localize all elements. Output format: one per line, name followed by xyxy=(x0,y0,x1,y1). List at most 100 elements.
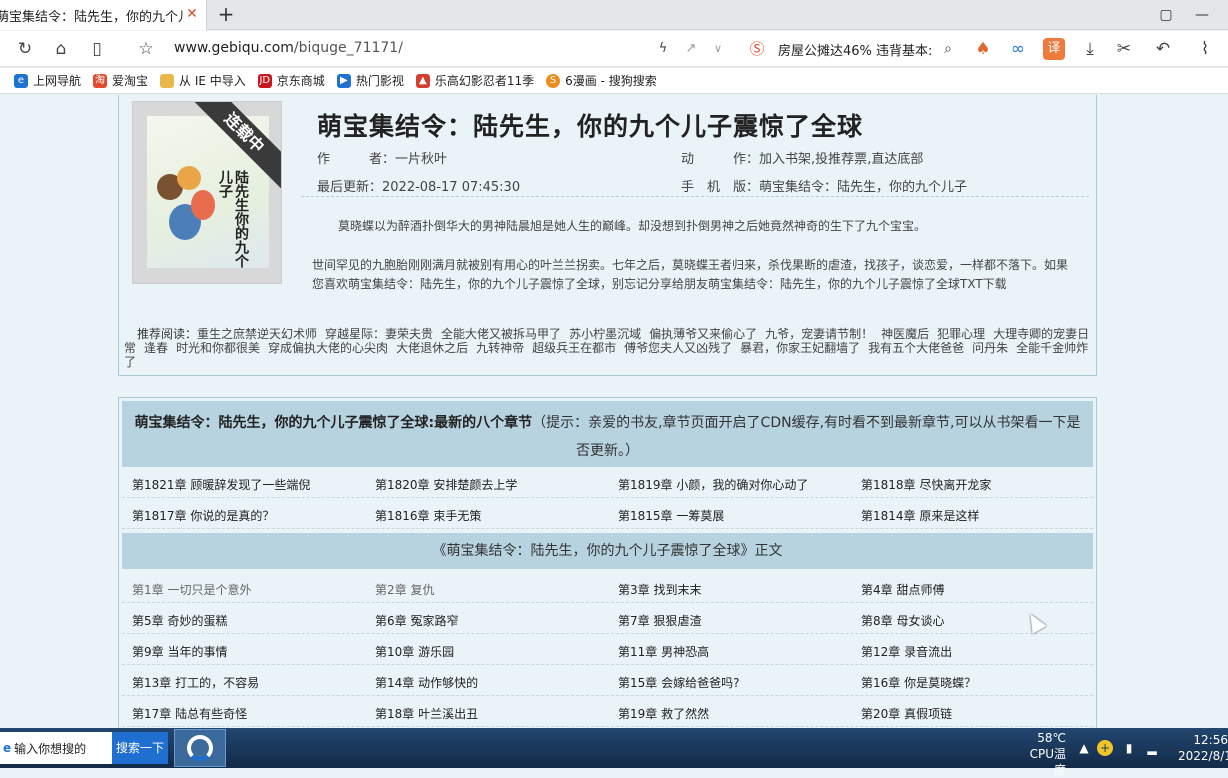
tray-expand-icon[interactable]: ▲ xyxy=(1076,740,1092,756)
reco-link[interactable]: 偏执薄爷又来偷心了 xyxy=(649,327,757,341)
lego-icon: ▲ xyxy=(415,73,430,88)
bookmark-item[interactable]: 淘爱淘宝 xyxy=(93,72,148,89)
bookmark-item[interactable]: e 上网导航 xyxy=(14,72,81,89)
chapter-link[interactable]: 第8章 母女谈心 xyxy=(861,612,944,629)
sidebar-icon[interactable]: ⌇ xyxy=(1194,38,1216,60)
chapter-link[interactable]: 第10章 游乐园 xyxy=(375,643,454,660)
sogou-icon: S xyxy=(546,73,561,88)
url-path: /biquge_71171/ xyxy=(293,40,403,56)
reco-link[interactable]: 九爷，宠妻请节制！ xyxy=(765,327,873,341)
chapter-link[interactable]: 第3章 找到末末 xyxy=(618,581,701,598)
bookmark-item[interactable]: ▲ 乐高幻影忍者11季 xyxy=(415,72,534,89)
chapter-link[interactable]: 第1章 一切只是个意外 xyxy=(132,581,251,598)
chapter-link[interactable]: 第15章 会嫁给爸爸吗? xyxy=(618,674,739,691)
reco-link[interactable]: 我有五个大佬爸爸 xyxy=(868,341,964,355)
chapter-link[interactable]: 第1814章 原来是这样 xyxy=(861,507,979,524)
tab-active[interactable]: 萌宝集结令：陆先生，你的九个儿子 ✕ xyxy=(0,0,207,30)
translate-icon[interactable]: 译 xyxy=(1043,38,1065,60)
taskbar-browser-app[interactable] xyxy=(174,729,226,767)
clock[interactable]: 12:56 2022/8/1 xyxy=(1178,732,1228,764)
reco-link[interactable]: 穿成偏执大佬的心尖肉 xyxy=(268,341,388,355)
recommend-vote-link[interactable]: 投推荐票 xyxy=(815,152,867,167)
cpu-temp[interactable]: 58℃ CPU温度 xyxy=(1022,730,1066,778)
chapter-link[interactable]: 第1819章 小颜，我的确对你心动了 xyxy=(618,476,808,493)
address-bar[interactable]: www.gebiqu.com/biquge_71171/ xyxy=(174,40,403,56)
refresh-icon[interactable]: ↻ xyxy=(14,38,36,60)
chapter-link[interactable]: 第1821章 顾暖辞发现了一些端倪 xyxy=(132,476,310,493)
reco-link[interactable]: 苏小柠墨沉域 xyxy=(569,327,641,341)
bookmark-item[interactable]: 从 IE 中导入 xyxy=(160,72,246,89)
search-icon[interactable]: ⌕ xyxy=(937,38,959,60)
reco-link[interactable]: 逢春 xyxy=(144,341,168,355)
game-icon[interactable]: ♠ xyxy=(972,38,994,60)
share-icon[interactable]: ↗ xyxy=(680,38,702,60)
chapter-link[interactable]: 第7章 狠狠虐渣 xyxy=(618,612,701,629)
bag-icon[interactable]: ▢ xyxy=(1152,4,1180,26)
chapter-link[interactable]: 第11章 男神恐高 xyxy=(618,643,709,660)
child-figure xyxy=(191,190,215,220)
chapter-link[interactable]: 第19章 救了然然 xyxy=(618,705,709,722)
chapter-link[interactable]: 第18章 叶兰溪出丑 xyxy=(375,705,478,722)
reco-link[interactable]: 全能大佬又被拆马甲了 xyxy=(441,327,561,341)
battery-icon[interactable]: ▮ xyxy=(1121,740,1137,756)
chapter-link[interactable]: 第13章 打工的，不容易 xyxy=(132,674,259,691)
chapter-link[interactable]: 第17章 陆总有些奇怪 xyxy=(132,705,247,722)
reco-link[interactable]: 问丹朱 xyxy=(972,341,1008,355)
lightning-icon[interactable]: ϟ xyxy=(652,38,674,60)
undo-icon[interactable]: ↶ xyxy=(1152,38,1174,60)
reader-icon[interactable]: ▯ xyxy=(86,38,108,60)
reco-link[interactable]: 傅爷您夫人又凶残了 xyxy=(624,341,732,355)
home-icon[interactable]: ⌂ xyxy=(50,38,72,60)
favorite-star-icon[interactable]: ☆ xyxy=(135,38,157,60)
tray-app-icon[interactable]: + xyxy=(1097,740,1113,756)
book-info-box: 陆先生你的九个儿子 连载中 萌宝集结令：陆先生，你的九个儿子震惊了全球 作 者：… xyxy=(118,95,1097,376)
bookmark-item[interactable]: JD 京东商城 xyxy=(257,72,325,89)
reco-link[interactable]: 超级兵王在都市 xyxy=(532,341,616,355)
tab-close-icon[interactable]: ✕ xyxy=(184,6,200,22)
reco-link[interactable]: 重生之庶禁逆天幻术师 xyxy=(197,327,317,341)
reco-link[interactable]: 时光和你都很美 xyxy=(176,341,260,355)
chapter-link[interactable]: 第12章 录音流出 xyxy=(861,643,952,660)
chapter-link[interactable]: 第1817章 你说的是真的？ xyxy=(132,507,274,524)
news-ticker[interactable]: 房屋公摊达46% 违背基本: xyxy=(778,40,932,59)
chapter-row: 第5章 奇妙的蛋糕 第6章 冤家路窄 第7章 狠狠虐渣 第8章 母女谈心 xyxy=(122,603,1093,634)
reco-link[interactable]: 神医魔后 xyxy=(881,327,929,341)
reco-link[interactable]: 九转神帝 xyxy=(476,341,524,355)
chapter-link[interactable]: 第20章 真假项链 xyxy=(861,705,952,722)
infinity-icon[interactable]: ∞ xyxy=(1007,38,1029,60)
chapter-row: 第1章 一切只是个意外 第2章 复仇 第3章 找到末末 第4章 甜点师傅 xyxy=(122,572,1093,603)
taskbar-search-input[interactable]: e 输入你想搜的 xyxy=(0,732,112,764)
bookmark-item[interactable]: ▶ 热门影视 xyxy=(336,72,404,89)
sogou-search-icon[interactable]: Ⓢ xyxy=(746,38,768,60)
reco-link[interactable]: 暴君，你家王妃翻墙了 xyxy=(740,341,860,355)
reco-link[interactable]: 犯罪心理 xyxy=(937,327,985,341)
tab-bar: 萌宝集结令：陆先生，你的九个儿子 ✕ + ▢ — xyxy=(0,0,1228,30)
book-cover[interactable]: 陆先生你的九个儿子 连载中 xyxy=(132,101,282,284)
recommended-reading: 推荐阅读：重生之庶禁逆天幻术师 穿越星际：妻荣夫贵 全能大佬又被拆马甲了 苏小柠墨沉域… xyxy=(124,327,1090,369)
taskbar-search-button[interactable]: 搜索一下 xyxy=(112,732,168,764)
reco-link[interactable]: 穿越星际：妻荣夫贵 xyxy=(325,327,433,341)
minimize-button[interactable]: — xyxy=(1188,4,1216,26)
go-bottom-link[interactable]: 直达底部 xyxy=(871,152,923,167)
add-bookshelf-link[interactable]: 加入书架 xyxy=(759,152,811,167)
chapter-link[interactable]: 第4章 甜点师傅 xyxy=(861,581,944,598)
chapter-link[interactable]: 第2章 复仇 xyxy=(375,581,434,598)
new-tab-button[interactable]: + xyxy=(214,3,238,27)
chapter-link[interactable]: 第1820章 安排楚颜去上学 xyxy=(375,476,517,493)
scissors-icon[interactable]: ✂ xyxy=(1113,38,1135,60)
chapter-link[interactable]: 第1815章 一筹莫展 xyxy=(618,507,724,524)
chevron-down-icon[interactable]: ∨ xyxy=(707,38,729,60)
author-name: 一片秋叶 xyxy=(395,152,448,167)
chapter-link[interactable]: 第6章 冤家路窄 xyxy=(375,612,458,629)
reco-link[interactable]: 大佬退休之后 xyxy=(396,341,468,355)
chapter-link[interactable]: 第16章 你是莫晓蝶？ xyxy=(861,674,976,691)
chapter-link[interactable]: 第1816章 束手无策 xyxy=(375,507,481,524)
chapter-link[interactable]: 第5章 奇妙的蛋糕 xyxy=(132,612,227,629)
bookmark-item[interactable]: S 6漫画 - 搜狗搜索 xyxy=(546,72,657,89)
mobile-link[interactable]: 萌宝集结令：陆先生，你的九个儿子 xyxy=(759,180,967,195)
chapter-link[interactable]: 第14章 动作够快的 xyxy=(375,674,478,691)
chapter-link[interactable]: 第1818章 尽快离开龙家 xyxy=(861,476,991,493)
download-icon[interactable]: ⤓ xyxy=(1079,38,1101,60)
chapter-link[interactable]: 第9章 当年的事情 xyxy=(132,643,227,660)
network-icon[interactable]: ▂ xyxy=(1144,740,1160,756)
